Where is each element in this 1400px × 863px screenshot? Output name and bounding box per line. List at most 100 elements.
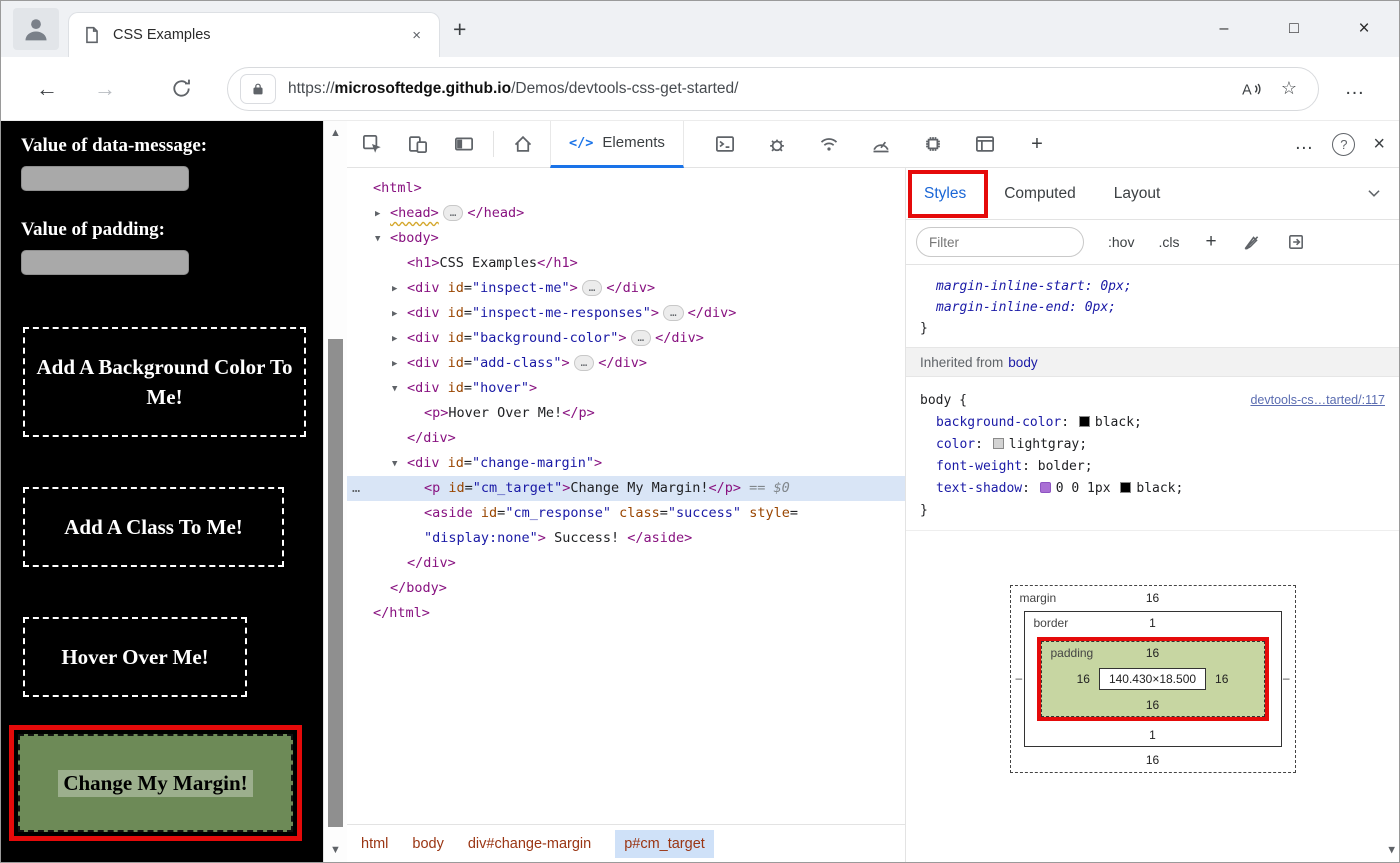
dom-line[interactable]: </div> [347,551,905,576]
dom-line[interactable]: ▶ <div id="add-class">… </div> [347,351,905,376]
console-tool-button[interactable] [708,127,742,161]
dom-line[interactable]: ▼ <div id="change-margin"> [347,451,905,476]
new-tab-button[interactable]: + [453,16,466,43]
tab-layout[interactable]: Layout [1114,185,1161,203]
dom-line[interactable]: </body> [347,576,905,601]
expand-node-icon[interactable]: ▶ [392,327,397,352]
devtools-close-icon[interactable]: × [1373,133,1385,156]
breadcrumb-item[interactable]: body [412,836,443,852]
toggle-pseudo-button[interactable]: :hov [1108,234,1134,250]
add-tools-button[interactable]: + [1020,127,1054,161]
expand-node-icon[interactable]: ▶ [392,352,397,377]
padding-input[interactable] [21,250,189,275]
rule-selector[interactable]: body [920,393,951,408]
dom-line[interactable]: … <p id="cm_target">Change My Margin!</p>… [347,476,905,501]
scroll-up-icon[interactable]: ▲ [324,127,347,139]
dom-line[interactable]: "display:none"> Success! </aside> [347,526,905,551]
dom-line[interactable]: <h1>CSS Examples</h1> [347,251,905,276]
page-scrollbar[interactable]: ▲ ▼ [323,121,347,862]
collapse-node-icon[interactable]: ▼ [392,377,397,402]
node-options-icon[interactable]: … [352,476,360,501]
scrollbar-thumb[interactable] [328,339,343,827]
dom-line[interactable]: <p>Hover Over Me!</p> [347,401,905,426]
expand-node-icon[interactable]: ▶ [392,302,397,327]
activity-bar-button[interactable] [447,127,481,161]
padding-right-value[interactable]: 16 [1215,672,1228,686]
margin-bottom-value[interactable]: 16 [1011,750,1295,767]
css-declaration[interactable]: font-weight: bolder; [920,456,1385,478]
scroll-down-icon[interactable]: ▼ [324,844,347,856]
color-swatch[interactable] [1078,416,1090,427]
dom-line[interactable]: ▶ <div id="background-color">… </div> [347,326,905,351]
data-message-input[interactable] [21,166,189,191]
element-classes-button[interactable]: .cls [1158,234,1179,250]
shadow-editor-icon[interactable] [1039,482,1051,493]
inherited-body-link[interactable]: body [1008,355,1037,370]
css-declaration[interactable]: text-shadow: 0 0 1px black; [920,478,1385,500]
margin-right-value[interactable]: – [1283,671,1290,685]
dom-line[interactable]: ▶ <head>… </head> [347,201,905,226]
padding-bottom-value[interactable]: 16 [1042,695,1264,712]
styles-filter-input[interactable] [916,227,1084,257]
content-size-value[interactable]: 140.430×18.500 [1098,668,1207,690]
minimize-button[interactable]: – [1189,1,1259,57]
box-model-diagram[interactable]: margin 16 – – border 1 padding 16 16 140… [1009,585,1296,773]
refresh-button[interactable] [161,78,201,99]
dom-line[interactable]: ▼ <div id="hover"> [347,376,905,401]
breadcrumb-item[interactable]: p#cm_target [615,829,714,858]
css-declaration[interactable]: color: lightgray; [920,434,1385,456]
tab-computed[interactable]: Computed [1004,185,1076,203]
address-bar[interactable]: https://microsoftedge.github.io/Demos/de… [227,66,1319,111]
expand-node-icon[interactable]: ▶ [392,277,397,302]
site-info-button[interactable] [240,73,276,104]
rendering-emulation-button[interactable] [1243,233,1261,251]
dom-line[interactable]: </div> [347,426,905,451]
more-tabs-button[interactable] [1365,184,1383,207]
devtools-more-icon[interactable]: … [1294,133,1314,155]
forward-button[interactable]: → [85,76,125,102]
dom-line[interactable]: <html> [347,176,905,201]
inspect-element-button[interactable] [355,127,389,161]
color-swatch[interactable] [992,438,1004,449]
profile-avatar[interactable] [13,8,59,50]
add-class-button[interactable]: Add A Class To Me! [23,487,284,567]
network-tool-button[interactable] [812,127,846,161]
settings-menu-icon[interactable]: … [1335,77,1375,100]
application-tool-button[interactable] [968,127,1002,161]
expand-node-icon[interactable]: ▶ [375,202,380,227]
read-aloud-button[interactable]: A [1241,80,1263,98]
debugger-tool-button[interactable] [760,127,794,161]
back-button[interactable]: ← [27,76,67,102]
tab-elements[interactable]: </> Elements [550,120,684,168]
css-declaration[interactable]: background-color: black; [920,412,1385,434]
tab-close-icon[interactable]: × [408,27,425,44]
border-bottom-value[interactable]: 1 [1025,725,1281,742]
device-emulation-button[interactable] [401,127,435,161]
collapse-node-icon[interactable]: ▼ [375,227,380,252]
color-swatch[interactable] [1120,482,1132,493]
box-model-margin[interactable]: margin 16 – – border 1 padding 16 16 140… [1009,585,1296,773]
box-model-border[interactable]: border 1 padding 16 16 140.430×18.500 16… [1023,611,1282,747]
scroll-down-icon[interactable]: ▼ [1388,843,1395,856]
dom-line[interactable]: ▶ <div id="inspect-me">… </div> [347,276,905,301]
dom-line[interactable]: ▼ <body> [347,226,905,251]
dom-line[interactable]: </html> [347,601,905,626]
maximize-button[interactable]: □ [1259,1,1329,57]
open-sidebar-button[interactable] [1287,233,1305,251]
performance-tool-button[interactable] [864,127,898,161]
browser-tab[interactable]: CSS Examples × [69,13,439,57]
devtools-help-icon[interactable]: ? [1332,132,1356,156]
dom-line[interactable]: ▶ <div id="inspect-me-responses">… </div> [347,301,905,326]
close-button[interactable]: × [1329,1,1399,57]
hover-over-me-button[interactable]: Hover Over Me! [23,617,247,697]
collapse-node-icon[interactable]: ▼ [392,452,397,477]
change-margin-button[interactable]: Change My Margin! [18,734,293,832]
new-style-rule-button[interactable]: + [1205,231,1216,253]
welcome-home-button[interactable] [506,127,540,161]
dom-line[interactable]: <aside id="cm_response" class="success" … [347,501,905,526]
box-model-padding[interactable]: padding 16 16 140.430×18.500 16 16 [1040,641,1265,717]
memory-tool-button[interactable] [916,127,950,161]
favorites-star-icon[interactable]: ☆ [1281,78,1297,99]
add-background-button[interactable]: Add A Background Color To Me! [23,327,306,437]
breadcrumb-item[interactable]: div#change-margin [468,836,591,852]
